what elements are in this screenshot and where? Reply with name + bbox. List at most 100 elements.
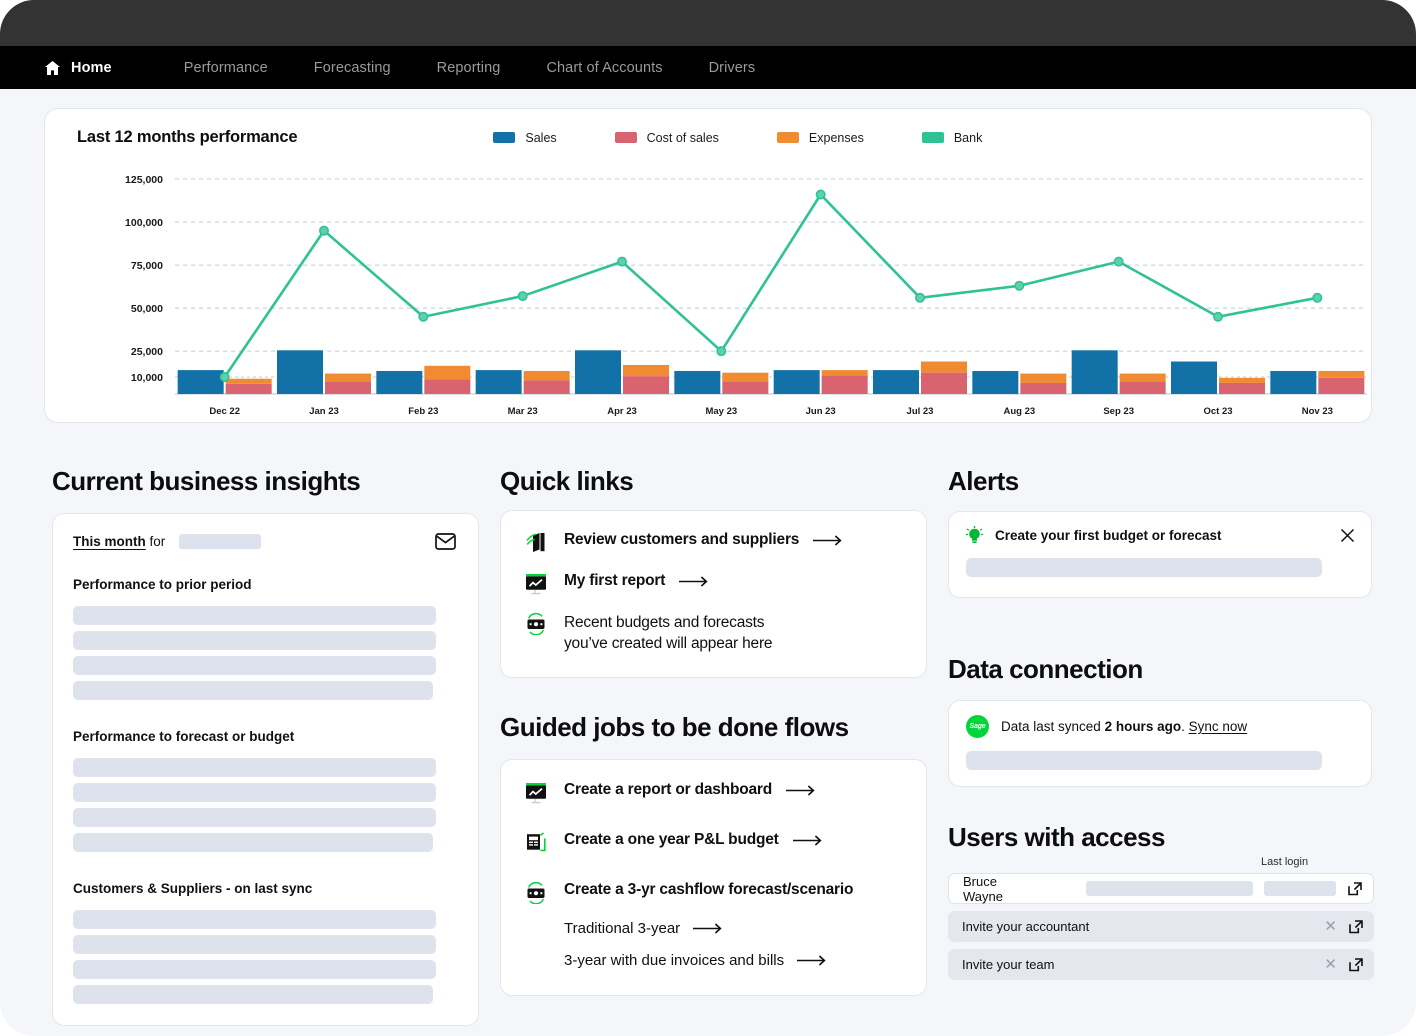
insights-period[interactable]: This month for [73, 534, 262, 550]
bar-expenses[interactable] [921, 361, 967, 373]
bar-cost-of-sales[interactable] [921, 372, 967, 394]
nav-item-forecasting[interactable]: Forecasting [291, 60, 414, 76]
legend-item-expenses[interactable]: Expenses [776, 131, 864, 145]
bar-expenses[interactable] [722, 372, 769, 382]
bar-expenses[interactable] [1318, 370, 1365, 378]
insights-card: This month for Performance to prior peri… [52, 513, 479, 1026]
line-point-bank[interactable] [716, 346, 727, 357]
bar-expenses[interactable] [1020, 373, 1067, 383]
insights-skeleton-row [73, 960, 436, 979]
line-point-bank[interactable] [1213, 311, 1224, 322]
bar-sales[interactable] [674, 370, 721, 394]
guided-job-item[interactable]: Create a 3-yr cashflow forecast/scenario [525, 881, 904, 905]
alert-label: Create your first budget or forecast [995, 528, 1222, 543]
table-row[interactable]: Invite your team ✕ [948, 949, 1374, 980]
chart-plot-area: 125,000 100,000 75,000 50,000 25,000 10,000 De… [45, 167, 1373, 422]
bar-expenses[interactable] [821, 370, 868, 376]
line-point-bank[interactable] [616, 256, 627, 267]
bar-cost-of-sales[interactable] [325, 381, 371, 394]
line-point-bank[interactable] [219, 372, 230, 383]
arrow-right-icon [693, 923, 722, 934]
legend-item-sales[interactable]: Sales [493, 131, 557, 145]
guided-sublink[interactable]: 3-year with due invoices and bills [564, 952, 904, 969]
close-icon[interactable] [1340, 528, 1355, 543]
x-axis-tick-label: Jan 23 [309, 406, 339, 417]
guided-job-label: Create a 3-yr cashflow forecast/scenario [564, 881, 854, 898]
nav-item-drivers[interactable]: Drivers [686, 60, 779, 76]
guided-job-item[interactable]: Create a one year P&L budget [525, 831, 904, 854]
bar-sales[interactable] [376, 370, 423, 394]
nav-item-home[interactable]: Home [44, 60, 161, 76]
legend-item-bank[interactable]: Bank [921, 131, 982, 145]
bar-sales[interactable] [1171, 361, 1217, 394]
bar-sales[interactable] [773, 370, 820, 394]
bar-cost-of-sales[interactable] [424, 379, 471, 394]
x-axis-tick-label: Jul 23 [907, 406, 934, 417]
bar-sales[interactable] [277, 350, 323, 394]
nav-item-performance[interactable]: Performance [161, 60, 291, 76]
table-row[interactable]: Bruce Wayne [948, 873, 1374, 904]
line-point-bank[interactable] [318, 225, 329, 236]
bar-cost-of-sales[interactable] [1119, 381, 1166, 394]
open-external-icon[interactable] [1347, 881, 1363, 897]
line-point-bank[interactable] [815, 189, 826, 200]
insights-skeleton-row [73, 808, 436, 827]
bar-sales[interactable] [475, 370, 522, 394]
bar-sales[interactable] [1071, 350, 1118, 394]
bar-cost-of-sales[interactable] [225, 383, 272, 394]
nav-item-reporting[interactable]: Reporting [414, 60, 524, 76]
table-row[interactable]: Invite your accountant ✕ [948, 911, 1374, 942]
bar-cost-of-sales[interactable] [821, 375, 868, 394]
quick-link-item[interactable]: Review customers and suppliers [525, 531, 904, 554]
bar-cost-of-sales[interactable] [1219, 382, 1265, 394]
line-point-bank[interactable] [418, 311, 429, 322]
bar-expenses[interactable] [523, 370, 570, 381]
bar-cost-of-sales[interactable] [623, 376, 669, 394]
bar-expenses[interactable] [1219, 377, 1265, 383]
guided-job-label: Create a one year P&L budget [564, 831, 823, 849]
line-point-bank[interactable] [914, 292, 925, 303]
line-point-bank[interactable] [1113, 256, 1124, 267]
sync-prefix: Data last synced [1001, 719, 1105, 734]
sync-now-link[interactable]: Sync now [1189, 719, 1248, 734]
insights-period-row: This month for [53, 514, 478, 550]
insights-section-title: Performance to forecast or budget [73, 729, 295, 744]
sync-suffix: . [1181, 719, 1189, 734]
bar-expenses[interactable] [1119, 373, 1166, 382]
bar-expenses[interactable] [623, 364, 669, 377]
insights-skeleton-row [73, 783, 436, 802]
sync-skeleton [966, 751, 1322, 770]
bar-expenses[interactable] [225, 378, 272, 384]
quick-link-item[interactable]: My first report [525, 572, 904, 595]
mail-icon[interactable] [435, 533, 456, 550]
open-external-icon[interactable] [1348, 957, 1364, 973]
bar-sales[interactable] [1270, 370, 1317, 394]
sync-time: 2 hours ago [1104, 719, 1182, 734]
bar-sales[interactable] [177, 370, 224, 394]
line-point-bank[interactable] [1014, 280, 1025, 291]
remove-invite-icon[interactable]: ✕ [1324, 957, 1337, 972]
chart-title: Last 12 months performance [77, 128, 298, 146]
bar-expenses[interactable] [424, 365, 471, 380]
x-axis-tick-label: Jun 23 [806, 406, 836, 417]
alert-item[interactable]: Create your first budget or forecast [949, 512, 1371, 545]
open-external-icon[interactable] [1348, 919, 1364, 935]
bar-expenses[interactable] [325, 373, 371, 382]
users-heading: Users with access [948, 822, 1165, 852]
guided-sublink[interactable]: Traditional 3-year [564, 920, 904, 937]
remove-invite-icon[interactable]: ✕ [1324, 919, 1337, 934]
line-point-bank[interactable] [517, 291, 528, 302]
bar-sales[interactable] [873, 370, 919, 394]
bar-cost-of-sales[interactable] [523, 380, 570, 394]
customers-icon [525, 532, 547, 554]
bar-sales[interactable] [575, 350, 621, 394]
insights-skeleton-row [73, 681, 433, 700]
bar-cost-of-sales[interactable] [1318, 377, 1365, 394]
bar-cost-of-sales[interactable] [722, 381, 769, 394]
nav-item-chart-of-accounts[interactable]: Chart of Accounts [523, 60, 685, 76]
guided-job-item[interactable]: Create a report or dashboard [525, 781, 904, 804]
bar-sales[interactable] [972, 370, 1019, 394]
line-point-bank[interactable] [1312, 292, 1323, 303]
bar-cost-of-sales[interactable] [1020, 382, 1067, 394]
legend-item-cost-of-sales[interactable]: Cost of sales [614, 131, 719, 145]
